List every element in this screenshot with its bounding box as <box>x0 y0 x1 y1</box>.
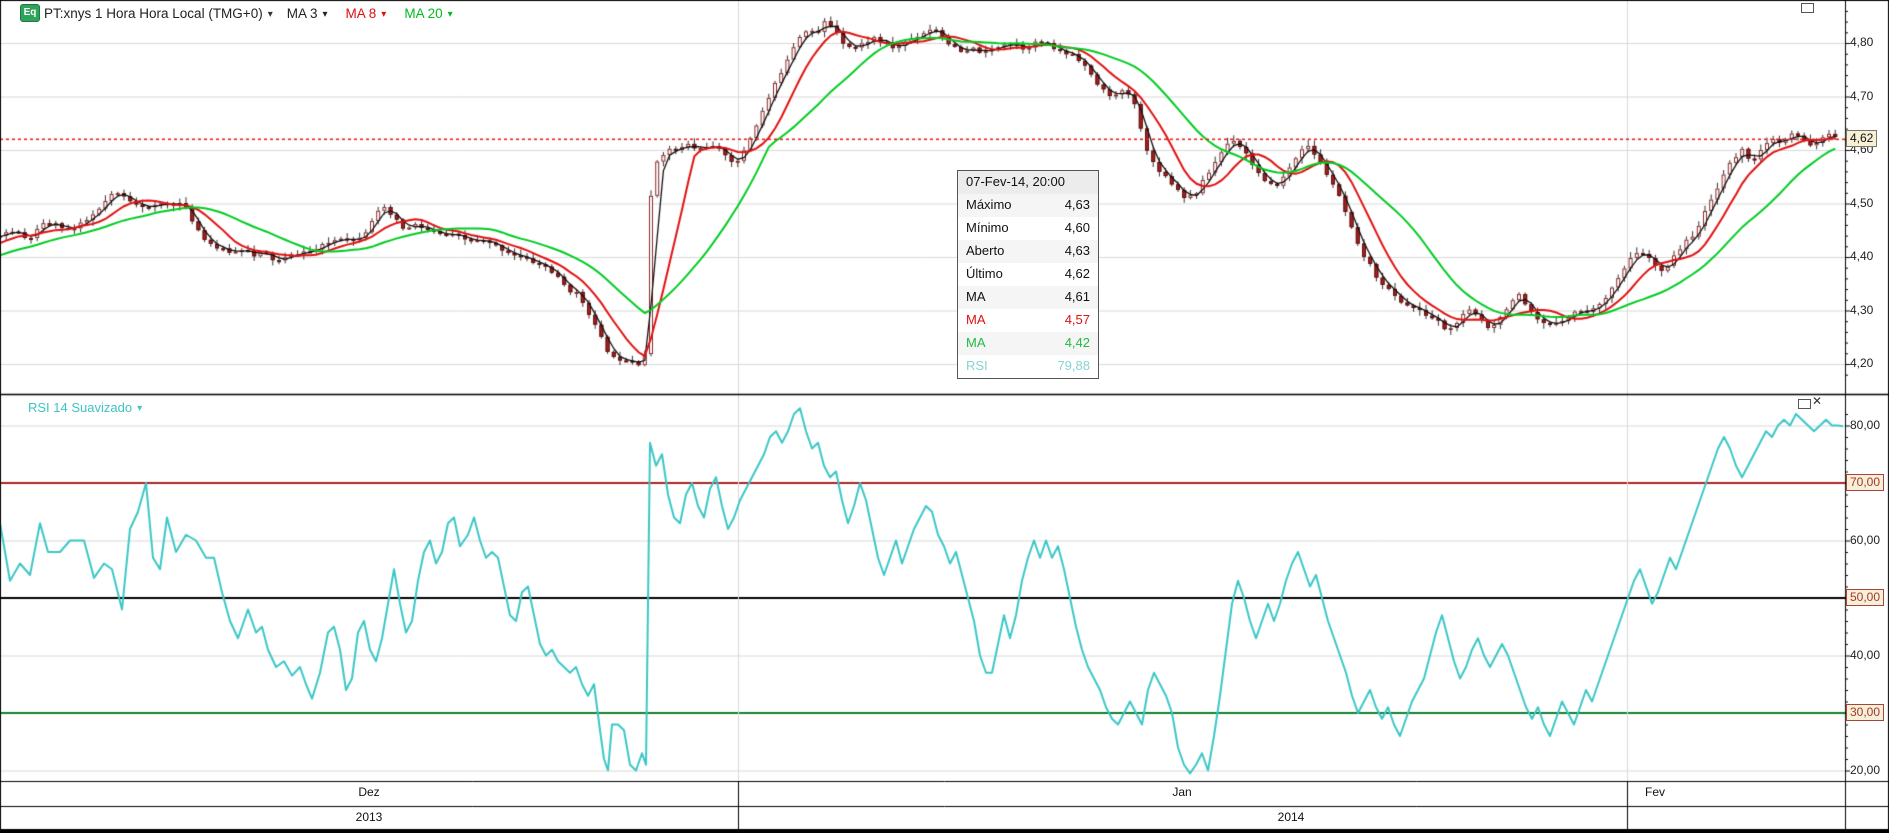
month-label: Jan <box>1172 785 1192 799</box>
symbol-title: PT:xnys 1 Hora Hora Local (TMG+0) <box>44 5 263 21</box>
equity-badge: Eq <box>20 4 40 22</box>
tooltip-row: MA 4,57 <box>958 309 1098 332</box>
indicator-label: MA 20 <box>404 5 443 21</box>
tooltip-row-value: 4,60 <box>1064 220 1090 235</box>
tooltip-row-label: Último <box>966 266 1003 281</box>
indicator-label: RSI 14 Suavizado <box>28 400 133 415</box>
chart-canvas[interactable] <box>0 0 1889 833</box>
indicator-rsi[interactable]: RSI 14 Suavizado ▾ <box>28 400 142 415</box>
chevron-down-icon: ▾ <box>267 8 273 20</box>
tooltip-row: Último 4,62 <box>958 263 1098 286</box>
year-label: 2013 <box>355 810 383 824</box>
price-axis-label: 4,40 <box>1850 249 1874 263</box>
rsi-axis-label: 80,00 <box>1850 417 1881 432</box>
indicator-label: MA 8 <box>345 5 377 21</box>
month-label: Fev <box>1644 785 1666 799</box>
tooltip-row-value: 4,57 <box>1064 312 1090 327</box>
tooltip-row: RSI 79,88 <box>958 355 1098 378</box>
tooltip-row: Aberto 4,63 <box>958 240 1098 263</box>
rsi-axis-label: 60,00 <box>1850 532 1881 547</box>
chevron-down-icon: ▾ <box>381 8 387 20</box>
tooltip-row-value: 79,88 <box>1057 358 1090 373</box>
tooltip-row-label: Mínimo <box>966 220 1009 235</box>
indicator-ma3[interactable]: MA 3 ▾ <box>287 6 328 21</box>
tooltip-row: MA 4,61 <box>958 286 1098 309</box>
rsi-level-tag: 50,00 <box>1846 589 1885 606</box>
price-axis-label: 4,70 <box>1850 88 1874 103</box>
tooltip-row-label: Aberto <box>966 243 1005 258</box>
data-tooltip: 07-Fev-14, 20:00 Máximo 4,63 Mínimo 4,60 A… <box>957 170 1099 379</box>
price-axis-label: 4,20 <box>1850 356 1874 370</box>
month-label: Dez <box>358 785 380 799</box>
price-axis-label: 4,50 <box>1850 195 1874 210</box>
tooltip-row-label: MA <box>966 335 986 350</box>
close-icon[interactable]: ✕ <box>1812 395 1822 407</box>
rsi-axis-label: 20,00 <box>1850 762 1881 777</box>
indicator-ma8[interactable]: MA 8 ▾ <box>346 6 387 21</box>
rsi-axis-label: 40,00 <box>1850 647 1881 662</box>
tooltip-row-label: MA <box>966 289 986 304</box>
tooltip-row: MA 4,42 <box>958 332 1098 355</box>
maximize-icon[interactable] <box>1798 399 1811 409</box>
maximize-icon[interactable] <box>1801 3 1814 13</box>
price-axis-label: 4,80 <box>1850 35 1874 49</box>
tooltip-row-value: 4,63 <box>1064 243 1090 258</box>
indicator-label: MA 3 <box>286 5 318 21</box>
tooltip-row-label: RSI <box>966 358 988 373</box>
year-label: 2014 <box>1277 810 1305 824</box>
price-axis-label: 4,30 <box>1850 302 1874 317</box>
tooltip-row-value: 4,61 <box>1064 289 1090 304</box>
chart-header: Eq PT:xnys 1 Hora Hora Local (TMG+0) ▾ MA… <box>20 4 453 22</box>
current-price-tag: 4,62 <box>1846 130 1878 148</box>
symbol-selector[interactable]: PT:xnys 1 Hora Hora Local (TMG+0) ▾ <box>44 6 273 21</box>
chevron-down-icon: ▾ <box>447 8 453 20</box>
rsi-level-tag: 30,00 <box>1846 704 1885 721</box>
tooltip-row-value: 4,62 <box>1064 266 1090 281</box>
tooltip-title: 07-Fev-14, 20:00 <box>958 171 1098 194</box>
chevron-down-icon: ▾ <box>137 403 143 414</box>
rsi-level-tag: 70,00 <box>1846 474 1885 491</box>
tooltip-row-value: 4,63 <box>1064 197 1090 212</box>
tooltip-row-value: 4,42 <box>1064 335 1090 350</box>
chevron-down-icon: ▾ <box>322 8 328 20</box>
tooltip-row: Máximo 4,63 <box>958 194 1098 217</box>
indicator-ma20[interactable]: MA 20 ▾ <box>404 6 452 21</box>
tooltip-row-label: Máximo <box>966 197 1012 212</box>
tooltip-row: Mínimo 4,60 <box>958 217 1098 240</box>
chart-window: Eq PT:xnys 1 Hora Hora Local (TMG+0) ▾ MA… <box>0 0 1889 833</box>
tooltip-row-label: MA <box>966 312 986 327</box>
